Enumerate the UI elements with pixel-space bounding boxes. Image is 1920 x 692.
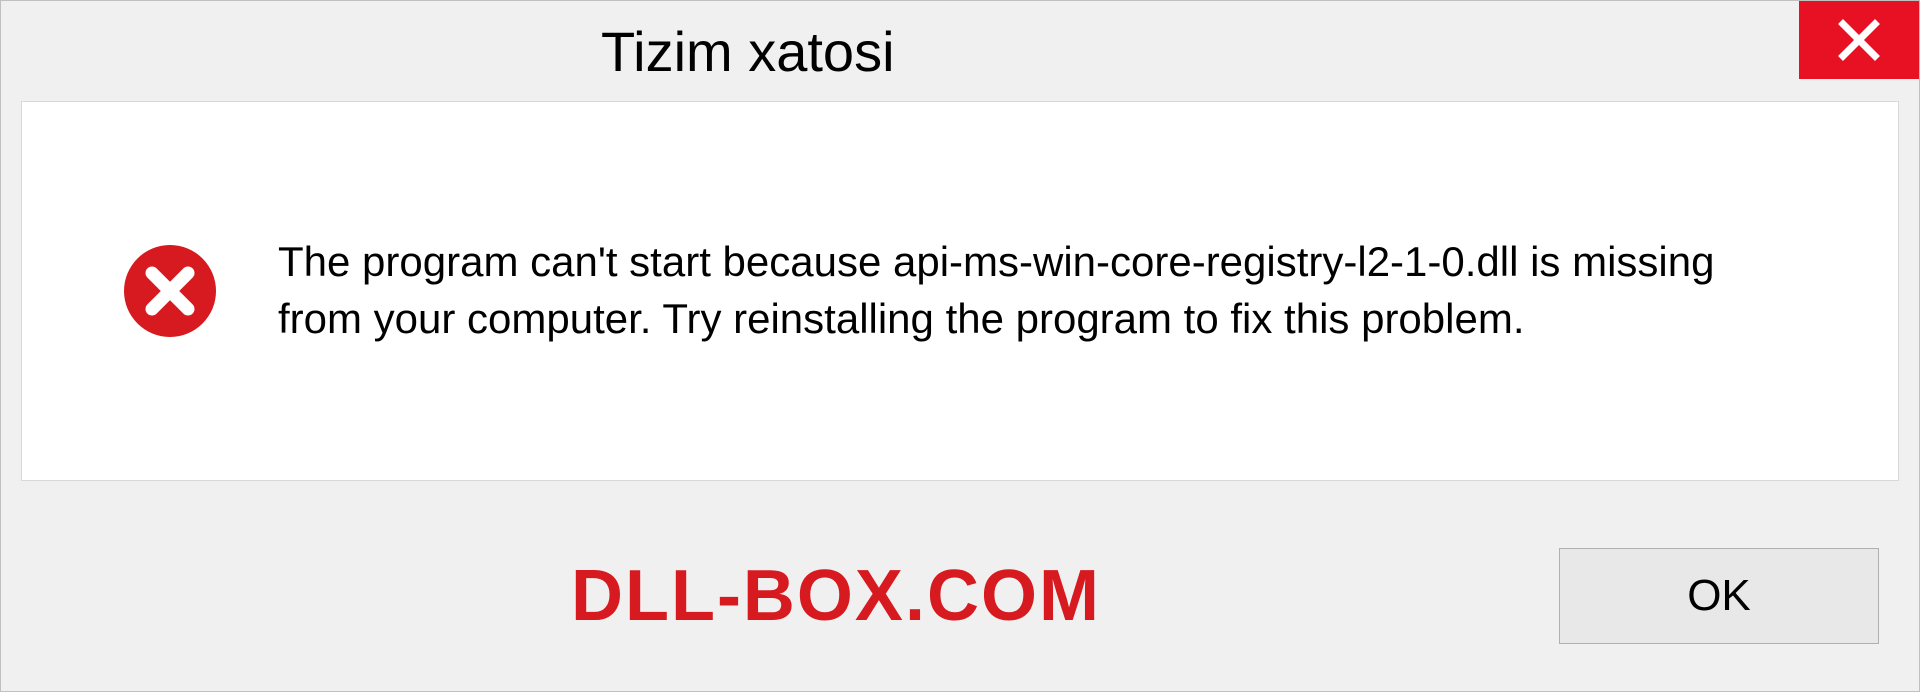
error-icon — [122, 243, 218, 339]
close-icon — [1837, 18, 1881, 62]
error-message: The program can't start because api-ms-w… — [278, 234, 1778, 347]
ok-button[interactable]: OK — [1559, 548, 1879, 644]
content-panel: The program can't start because api-ms-w… — [21, 101, 1899, 481]
dialog-footer: DLL-BOX.COM OK — [1, 501, 1919, 691]
watermark-text: DLL-BOX.COM — [571, 555, 1101, 637]
titlebar: Tizim xatosi — [1, 1, 1919, 101]
error-dialog: Tizim xatosi The program can't start bec… — [0, 0, 1920, 692]
dialog-title: Tizim xatosi — [601, 19, 895, 84]
close-button[interactable] — [1799, 1, 1919, 79]
